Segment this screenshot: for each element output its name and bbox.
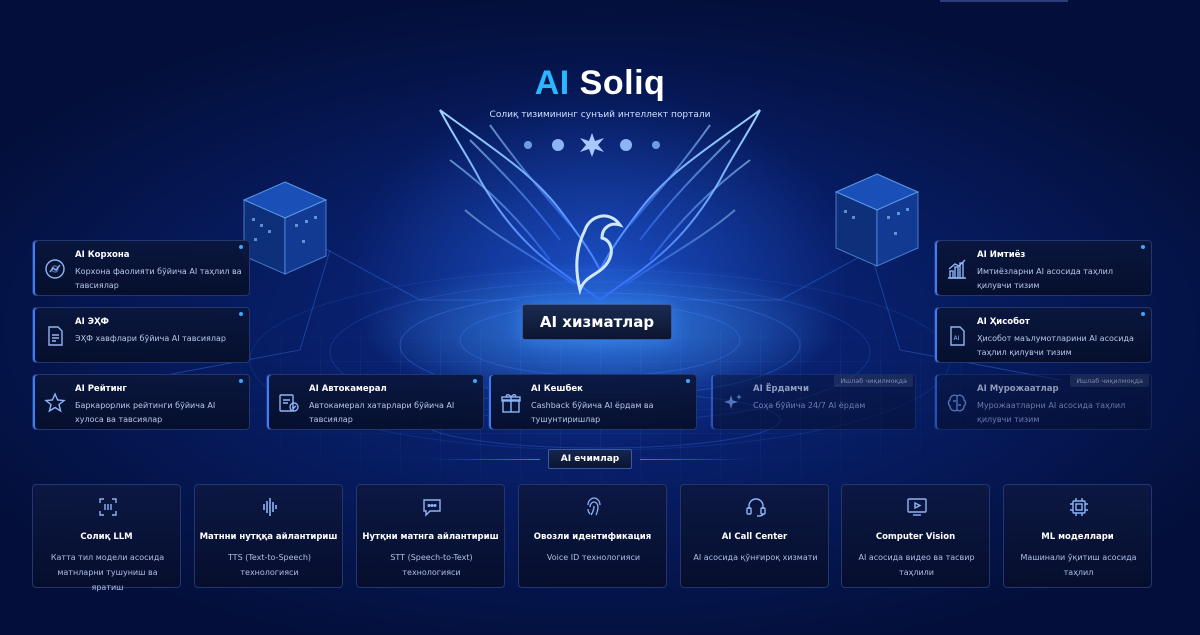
service-desc: Корхона фаолияти бўйича AI таҳлил ва тав… (75, 267, 242, 290)
bar-chart-icon (948, 259, 966, 279)
service-title: AI Ёрдамчи (753, 384, 809, 394)
tool-tile-soliq-llm[interactable]: Солиқ LLM Катта тил модели асосида матнл… (32, 484, 181, 592)
service-title: AI Рейтинг (75, 384, 127, 394)
ai-report-icon: AI (950, 326, 965, 346)
service-card-ai-murojaatlar[interactable]: Ишлаб чиқилмоқда AI Мурожаатлар Мурожаат… (934, 374, 1152, 430)
tool-desc: AI асосида қўнғироқ хизмати (693, 553, 818, 562)
headset-icon (746, 498, 766, 517)
sparkle-icon (724, 394, 742, 409)
status-dot (239, 379, 243, 383)
tool-desc: TTS (Text-to-Speech) технологияси (227, 553, 312, 577)
service-desc: Мурожаатларни AI асосида таҳлил қилувчи … (977, 401, 1126, 424)
service-card-ai-keshbek[interactable]: AI Кешбек Cashback бўйича AI ёрдам ва ту… (488, 374, 697, 430)
section-line-right (640, 459, 750, 460)
camera-check-icon (279, 394, 299, 412)
service-title: AI Ҳисобот (977, 317, 1030, 327)
star-icon (44, 392, 66, 413)
status-dot (686, 379, 690, 383)
section-line-left (430, 459, 540, 460)
tool-title: Овозли идентификация (533, 532, 652, 542)
decorative-dots (524, 133, 660, 157)
service-card-ai-imtiyoz[interactable]: AI Имтиёз Имтиёзларни AI асосида таҳлил … (934, 240, 1152, 296)
status-dot (239, 245, 243, 249)
service-card-ai-ehf[interactable]: AI ЭҲФ ЭҲФ хавфлари бўйича AI тавсиялар (32, 307, 250, 363)
tool-tile-tts[interactable]: Матнни нутққа айлантириш TTS (Text-to-Sp… (194, 484, 343, 588)
status-dot (1141, 312, 1145, 316)
page-subtitle: Солиқ тизимининг сунъий интеллект портал… (489, 110, 711, 120)
status-dot (239, 312, 243, 316)
tool-tile-ml-models[interactable]: ML моделлари Машинали ўқитиш асосида таҳ… (1003, 484, 1152, 588)
service-card-ai-reyting[interactable]: AI Рейтинг Баркарорлик рейтинги бўйича A… (32, 374, 250, 430)
server-cube-right (834, 173, 920, 267)
tool-title: Computer Vision (875, 532, 956, 542)
tool-title: Солиқ LLM (80, 532, 133, 542)
logo-name-text: Soliq (579, 64, 666, 102)
service-title: AI Мурожаатлар (977, 384, 1059, 394)
tool-desc: Катта тил модели асосида матнларни тушун… (50, 553, 165, 592)
tool-desc: Машинали ўқитиш асосида таҳлил (1020, 553, 1137, 577)
tool-desc: STT (Speech-to-Text) технологияси (390, 553, 473, 577)
app-logo: AI Soliq (0, 64, 1200, 103)
service-card-ai-avtokameral[interactable]: AI Автокамерал Автокамерал хатарлари бўй… (266, 374, 484, 430)
company-analytics-icon (45, 259, 65, 279)
waveform-icon (263, 498, 277, 516)
service-desc: ЭҲФ хавфлари бўйича AI тавсиялар (75, 334, 226, 343)
service-title: AI Автокамерал (309, 384, 387, 394)
service-desc: Соҳа бўйича 24/7 AI ёрдам (753, 401, 866, 410)
service-title: AI Корхона (75, 250, 130, 260)
fingerprint-icon (587, 497, 601, 516)
top-divider (940, 0, 1068, 2)
service-desc: Cashback бўйича AI ёрдам ва тушунтиришла… (531, 401, 654, 424)
document-icon (48, 326, 63, 346)
tool-tile-voice-id[interactable]: Овозли идентификация Voice ID технология… (518, 484, 667, 588)
video-play-icon (907, 498, 927, 516)
chat-bubble-icon (423, 499, 441, 517)
tools-section-title: AI ечимлар (548, 449, 632, 469)
services-center-label: AI хизматлар (522, 304, 672, 340)
tool-tile-computer-vision[interactable]: Computer Vision AI асосида видео ва тасв… (841, 484, 990, 588)
tool-title: Матнни нутққа айлантириш (199, 532, 338, 542)
logo-ai-text: AI (534, 64, 570, 102)
service-desc: Ҳисобот маълумотларини AI асосида таҳлил… (977, 334, 1134, 357)
service-card-ai-yordamchi[interactable]: Ишлаб чиқилмоқда AI Ёрдамчи Соҳа бўйича … (710, 374, 916, 430)
tool-title: Нутқни матнга айлантириш (362, 532, 499, 542)
in-development-badge: Ишлаб чиқилмоқда (1070, 375, 1149, 387)
status-dot (473, 379, 477, 383)
chip-icon (1070, 498, 1088, 516)
service-title: AI ЭҲФ (75, 317, 109, 327)
tool-tile-ai-call-center[interactable]: AI Call Center AI асосида қўнғироқ хизма… (680, 484, 829, 588)
tool-title: AI Call Center (721, 532, 788, 542)
service-desc: Автокамерал хатарлари бўйича AI тавсияла… (309, 401, 455, 424)
in-development-badge: Ишлаб чиқилмоқда (834, 375, 913, 387)
llm-icon (99, 498, 117, 516)
svg-text:AI: AI (954, 335, 960, 342)
service-desc: Баркарорлик рейтинги бўйича AI хулоса ва… (75, 401, 216, 424)
service-desc: Имтиёзларни AI асосида таҳлил қилувчи ти… (977, 267, 1113, 290)
tool-desc: Voice ID технологияси (546, 553, 641, 562)
service-card-ai-korxona[interactable]: AI Корхона Корхона фаолияти бўйича AI та… (32, 240, 250, 296)
brain-icon (947, 394, 967, 412)
status-dot (1141, 245, 1145, 249)
server-cube-left (242, 181, 328, 275)
gift-icon (501, 394, 521, 413)
tool-desc: AI асосида видео ва тасвир таҳлили (858, 553, 975, 577)
service-title: AI Имтиёз (977, 250, 1026, 260)
tool-tile-stt[interactable]: Нутқни матнга айлантириш STT (Speech-to-… (356, 484, 505, 588)
service-title: AI Кешбек (531, 384, 583, 394)
service-card-ai-hisobot[interactable]: AI AI Ҳисобот Ҳисобот маълумотларини AI … (934, 307, 1152, 363)
tool-title: ML моделлари (1041, 532, 1114, 542)
